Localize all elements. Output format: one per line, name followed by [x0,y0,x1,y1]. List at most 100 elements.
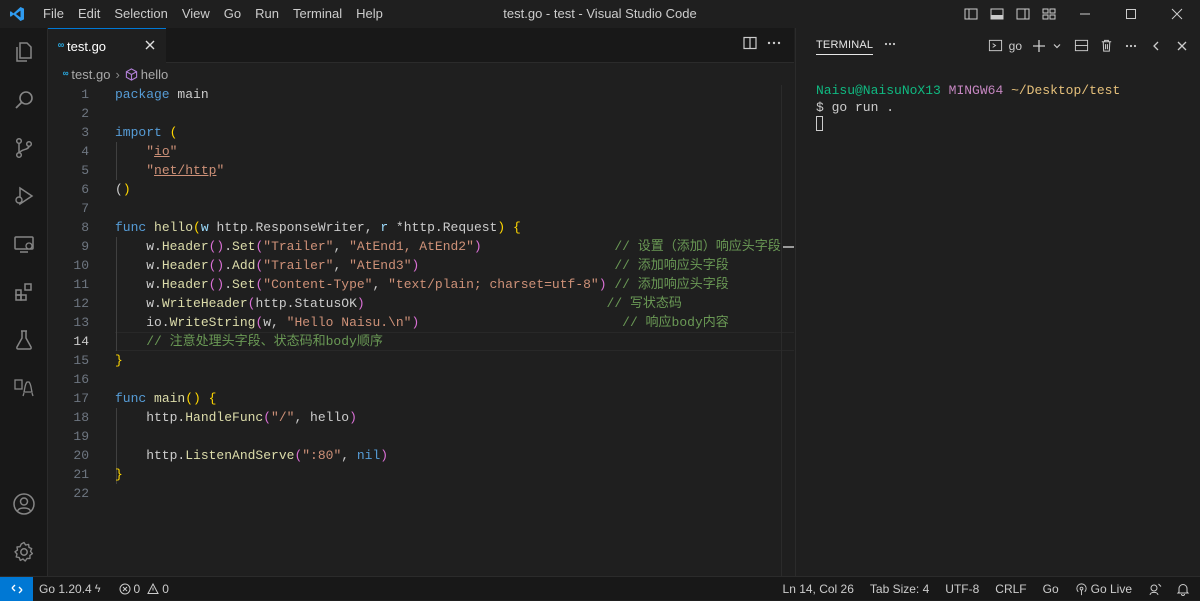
minimize-icon[interactable] [1062,0,1108,28]
code-line: w.Header().Set("Content-Type", "text/pla… [115,275,729,294]
close-window-icon[interactable] [1154,0,1200,28]
code-line: () [115,180,131,199]
code-token: ) [356,296,365,311]
editor-scrollbar[interactable] [781,85,794,576]
line-number: 10 [73,258,89,273]
toggle-primary-sidebar-icon[interactable] [958,0,984,28]
code-line: w.Header().Set("Trailer", "AtEnd1, AtEnd… [115,237,781,256]
toggle-secondary-sidebar-icon[interactable] [1010,0,1036,28]
line-number: 17 [73,391,89,406]
source-control-icon[interactable] [0,125,48,171]
code-token: ) [497,220,506,235]
line-ending[interactable]: CRLF [987,577,1034,601]
code-token: WriteHeader [161,296,248,311]
panel-actions-more-icon[interactable] [1124,39,1138,53]
feedback-icon[interactable] [1140,582,1170,596]
new-terminal-icon[interactable] [1032,39,1046,53]
tab-test-go[interactable]: ∞ test.go [48,28,166,63]
code-token: ListenAndServe [185,448,295,463]
menu-view[interactable]: View [175,0,217,28]
tab-size[interactable]: Tab Size: 4 [862,577,937,601]
code-token: "AtEnd1, AtEnd2" [349,239,474,254]
language-mode[interactable]: Go [1035,577,1067,601]
breadcrumb-file[interactable]: test.go [71,67,110,82]
close-tab-icon[interactable] [142,37,158,53]
code-line: func hello(w http.ResponseWriter, r *htt… [115,218,521,237]
run-debug-icon[interactable] [0,173,48,219]
extensions-icon[interactable] [0,269,48,315]
remote-explorer-icon[interactable] [0,221,48,267]
cursor-position[interactable]: Ln 14, Col 26 [775,577,862,601]
code-token: w, [263,315,287,330]
code-token: " [146,163,155,178]
code-line: } [115,351,123,370]
maximize-icon[interactable] [1108,0,1154,28]
code-token: { [208,391,217,406]
code-token: ( [263,410,272,425]
encoding[interactable]: UTF-8 [937,577,987,601]
close-panel-icon[interactable] [1176,40,1188,52]
tab-label: test.go [67,38,107,54]
code-line: "net/http" [115,161,224,180]
remote-indicator-icon[interactable] [0,576,33,601]
code-token: net/http [154,163,217,178]
menu-file[interactable]: File [36,0,71,28]
menu-run[interactable]: Run [248,0,286,28]
split-terminal-icon[interactable] [1074,38,1089,53]
warning-icon [147,582,160,595]
code-token: w [200,220,209,235]
chevron-left-icon[interactable] [1150,40,1162,52]
code-line: http.HandleFunc("/", hello) [115,408,357,427]
code-token: } [115,353,123,368]
customize-layout-icon[interactable] [1036,0,1062,28]
code-token: Set [232,277,256,292]
code-token: ( [169,125,178,140]
panel-more-icon[interactable] [883,37,897,54]
menu-selection[interactable]: Selection [107,0,174,28]
code-token: "Trailer" [263,239,334,254]
line-number: 20 [73,448,89,463]
go-live-item[interactable]: Go Live [1067,577,1140,601]
code-token: // 响应body内容 [622,315,729,330]
code-token: "Trailer" [263,258,334,273]
search-icon[interactable] [0,77,48,123]
toggle-panel-icon[interactable] [984,0,1010,28]
code-token: package [115,87,170,102]
menu-bar: File Edit Selection View Go Run Terminal… [36,0,390,28]
code-token: } [115,467,123,482]
code-token: io [154,144,170,159]
accounts-icon[interactable] [0,481,48,527]
more-actions-icon[interactable] [766,35,782,56]
code-line: io.WriteString(w, "Hello Naisu.\n") // 响… [115,313,729,332]
line-number: 21 [73,467,89,482]
line-number: 6 [81,182,89,197]
notifications-bell-icon[interactable] [1170,582,1200,596]
terminal-output[interactable]: Naisu@NaisuNoX13 MINGW64 ~/Desktop/test $… [816,82,1120,133]
menu-edit[interactable]: Edit [71,0,107,28]
chevron-down-icon[interactable] [1052,41,1062,51]
code-line: // 注意处理头字段、状态码和body顺序 [115,332,383,351]
settings-gear-icon[interactable] [0,529,48,575]
code-token: // 添加响应头字段 [614,277,729,292]
code-token: "AtEnd3" [349,258,412,273]
code-token: , [333,258,350,273]
menu-go[interactable]: Go [217,0,248,28]
terminal-profile[interactable]: go [1009,39,1022,53]
testing-icon[interactable] [0,317,48,363]
problems-item[interactable]: 0 0 [113,577,175,601]
kill-terminal-trash-icon[interactable] [1099,38,1114,53]
split-editor-icon[interactable] [742,35,758,56]
code-token: func [115,220,147,235]
breadcrumb-symbol[interactable]: hello [141,67,168,82]
menu-terminal[interactable]: Terminal [286,0,349,28]
code-token: import [115,125,162,140]
terminal-tab[interactable]: TERMINAL [816,36,874,55]
code-token: // 添加响应头字段 [614,258,729,273]
wsl-targets-icon[interactable] [0,365,48,411]
code-token: () [208,239,225,254]
menu-help[interactable]: Help [349,0,390,28]
explorer-icon[interactable] [0,29,48,75]
go-version-item[interactable]: Go 1.20.4 ϟ [33,577,107,601]
